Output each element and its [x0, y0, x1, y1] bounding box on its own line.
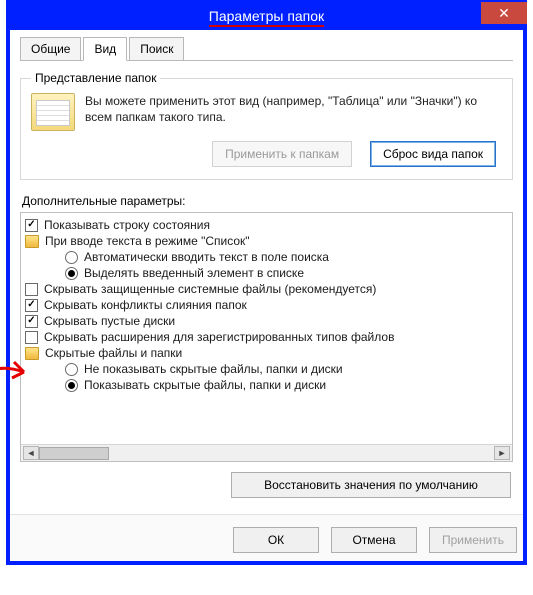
checkbox-icon[interactable] — [25, 283, 38, 296]
adv-item-label: Показывать скрытые файлы, папки и диски — [84, 378, 326, 392]
adv-item-10[interactable]: Показывать скрытые файлы, папки и диски — [25, 377, 510, 393]
folder-view-group: Представление папок Вы можете применить … — [20, 71, 513, 180]
adv-item-label: Автоматически вводить текст в поле поиск… — [84, 250, 329, 264]
radio-icon[interactable] — [65, 267, 78, 280]
adv-item-8[interactable]: Скрытые файлы и папки — [25, 345, 510, 361]
dialog-window: Параметры папок ✕ Общие Вид Поиск Предст… — [6, 0, 527, 565]
horizontal-scrollbar[interactable]: ◄ ► — [21, 444, 512, 461]
adv-item-label: Скрытые файлы и папки — [45, 346, 182, 360]
close-icon: ✕ — [498, 5, 510, 22]
adv-item-4[interactable]: Скрывать защищенные системные файлы (рек… — [25, 281, 510, 297]
adv-item-1[interactable]: При вводе текста в режиме "Список" — [25, 233, 510, 249]
adv-item-label: Скрывать защищенные системные файлы (рек… — [44, 282, 376, 296]
tab-general[interactable]: Общие — [20, 37, 81, 61]
apply-to-folders-button[interactable]: Применить к папкам — [212, 141, 352, 167]
restore-defaults-button[interactable]: Восстановить значения по умолчанию — [231, 472, 511, 498]
window-title: Параметры папок — [209, 8, 324, 27]
adv-item-label: При вводе текста в режиме "Список" — [45, 234, 250, 248]
page-background-strip — [527, 0, 533, 595]
radio-icon[interactable] — [65, 379, 78, 392]
checkbox-icon[interactable] — [25, 219, 38, 232]
radio-icon[interactable] — [65, 363, 78, 376]
adv-item-0[interactable]: Показывать строку состояния — [25, 217, 510, 233]
adv-item-label: Скрывать конфликты слияния папок — [44, 298, 247, 312]
advanced-settings-list[interactable]: Показывать строку состояния При вводе тек… — [25, 217, 510, 441]
reset-folders-button[interactable]: Сброс вида папок — [370, 141, 496, 167]
scroll-thumb[interactable] — [39, 447, 109, 460]
checkbox-icon[interactable] — [25, 299, 38, 312]
adv-item-label: Не показывать скрытые файлы, папки и дис… — [84, 362, 343, 376]
folder-icon — [25, 347, 39, 360]
folder-icon — [25, 235, 39, 248]
adv-item-6[interactable]: Скрывать пустые диски — [25, 313, 510, 329]
dialog-body: Общие Вид Поиск Представление папок Вы м… — [10, 30, 523, 561]
scroll-left-icon[interactable]: ◄ — [23, 446, 39, 460]
adv-item-3[interactable]: Выделять введенный элемент в списке — [25, 265, 510, 281]
apply-button[interactable]: Применить — [429, 527, 517, 553]
ok-button[interactable]: ОК — [233, 527, 319, 553]
dialog-buttons: ОК Отмена Применить — [10, 514, 523, 561]
tab-view[interactable]: Вид — [83, 37, 127, 61]
scroll-right-icon[interactable]: ► — [494, 446, 510, 460]
adv-item-label: Скрывать пустые диски — [44, 314, 175, 328]
adv-item-7[interactable]: Скрывать расширения для зарегистрированн… — [25, 329, 510, 345]
folder-view-legend: Представление папок — [31, 71, 160, 85]
adv-item-9[interactable]: Не показывать скрытые файлы, папки и дис… — [25, 361, 510, 377]
radio-icon[interactable] — [65, 251, 78, 264]
adv-item-label: Скрывать расширения для зарегистрированн… — [44, 330, 394, 344]
tab-search[interactable]: Поиск — [129, 37, 184, 61]
folder-view-description: Вы можете применить этот вид (например, … — [85, 93, 502, 131]
cancel-button[interactable]: Отмена — [331, 527, 417, 553]
close-button[interactable]: ✕ — [481, 2, 527, 24]
advanced-settings-box: Показывать строку состояния При вводе тек… — [20, 212, 513, 462]
checkbox-icon[interactable] — [25, 331, 38, 344]
adv-item-2[interactable]: Автоматически вводить текст в поле поиск… — [25, 249, 510, 265]
adv-item-5[interactable]: Скрывать конфликты слияния папок — [25, 297, 510, 313]
tab-strip: Общие Вид Поиск — [20, 36, 513, 61]
advanced-settings-label: Дополнительные параметры: — [22, 194, 513, 208]
titlebar[interactable]: Параметры папок ✕ — [10, 4, 523, 30]
adv-item-label: Выделять введенный элемент в списке — [84, 266, 304, 280]
checkbox-icon[interactable] — [25, 315, 38, 328]
adv-item-label: Показывать строку состояния — [44, 218, 210, 232]
folder-options-icon — [31, 93, 75, 131]
